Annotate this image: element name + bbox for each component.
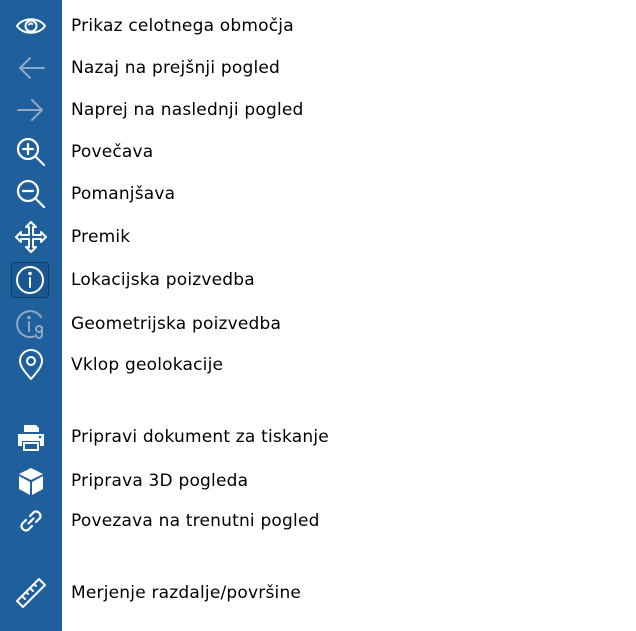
tool-label: Naprej na naslednji pogled: [71, 100, 304, 120]
info-geometry-icon: [13, 308, 49, 340]
arrow-left-icon: [13, 52, 49, 84]
tool-label: Nazaj na prejšnji pogled: [71, 58, 281, 78]
tool-zoom-in[interactable]: Povečava: [0, 134, 636, 170]
tool-label: Priprava 3D pogleda: [71, 471, 249, 491]
info-icon: [11, 262, 49, 298]
tool-label: Povezava na trenutni pogled: [71, 511, 320, 531]
tool-forward[interactable]: Naprej na naslednji pogled: [0, 92, 636, 128]
tool-label: Prikaz celotnega območja: [71, 16, 294, 36]
move-icon: [13, 221, 49, 253]
cube-icon: [13, 465, 49, 497]
tool-permalink[interactable]: Povezava na trenutni pogled: [0, 503, 636, 539]
tool-geometry-query[interactable]: Geometrijska poizvedba: [0, 306, 636, 342]
tool-label: Merjenje razdalje/površine: [71, 583, 302, 603]
tool-print[interactable]: Pripravi dokument za tiskanje: [0, 419, 636, 455]
tool-label: Pomanjšava: [71, 184, 176, 204]
link-icon: [13, 505, 49, 537]
zoom-out-icon: [13, 178, 49, 210]
tool-zoom-to-extent[interactable]: Prikaz celotnega območja: [0, 8, 636, 44]
tool-label: Lokacijska poizvedba: [71, 270, 255, 290]
tool-label: Geometrijska poizvedba: [71, 314, 282, 334]
tool-pan[interactable]: Premik: [0, 219, 636, 255]
tool-back[interactable]: Nazaj na prejšnji pogled: [0, 50, 636, 86]
tool-zoom-out[interactable]: Pomanjšava: [0, 176, 636, 212]
tool-location-query[interactable]: Lokacijska poizvedba: [0, 262, 636, 298]
tool-label: Premik: [71, 227, 131, 247]
eye-icon: [13, 10, 49, 42]
tool-measure[interactable]: Merjenje razdalje/površine: [0, 575, 636, 611]
location-pin-icon: [13, 349, 49, 381]
tool-label: Pripravi dokument za tiskanje: [71, 427, 329, 447]
ruler-icon: [13, 577, 49, 609]
tool-label: Povečava: [71, 142, 154, 162]
printer-icon: [13, 421, 49, 453]
zoom-in-icon: [13, 136, 49, 168]
tool-label: Vklop geolokacije: [71, 355, 224, 375]
arrow-right-icon: [13, 94, 49, 126]
tool-geolocation[interactable]: Vklop geolokacije: [0, 347, 636, 383]
tool-3d-view[interactable]: Priprava 3D pogleda: [0, 463, 636, 499]
